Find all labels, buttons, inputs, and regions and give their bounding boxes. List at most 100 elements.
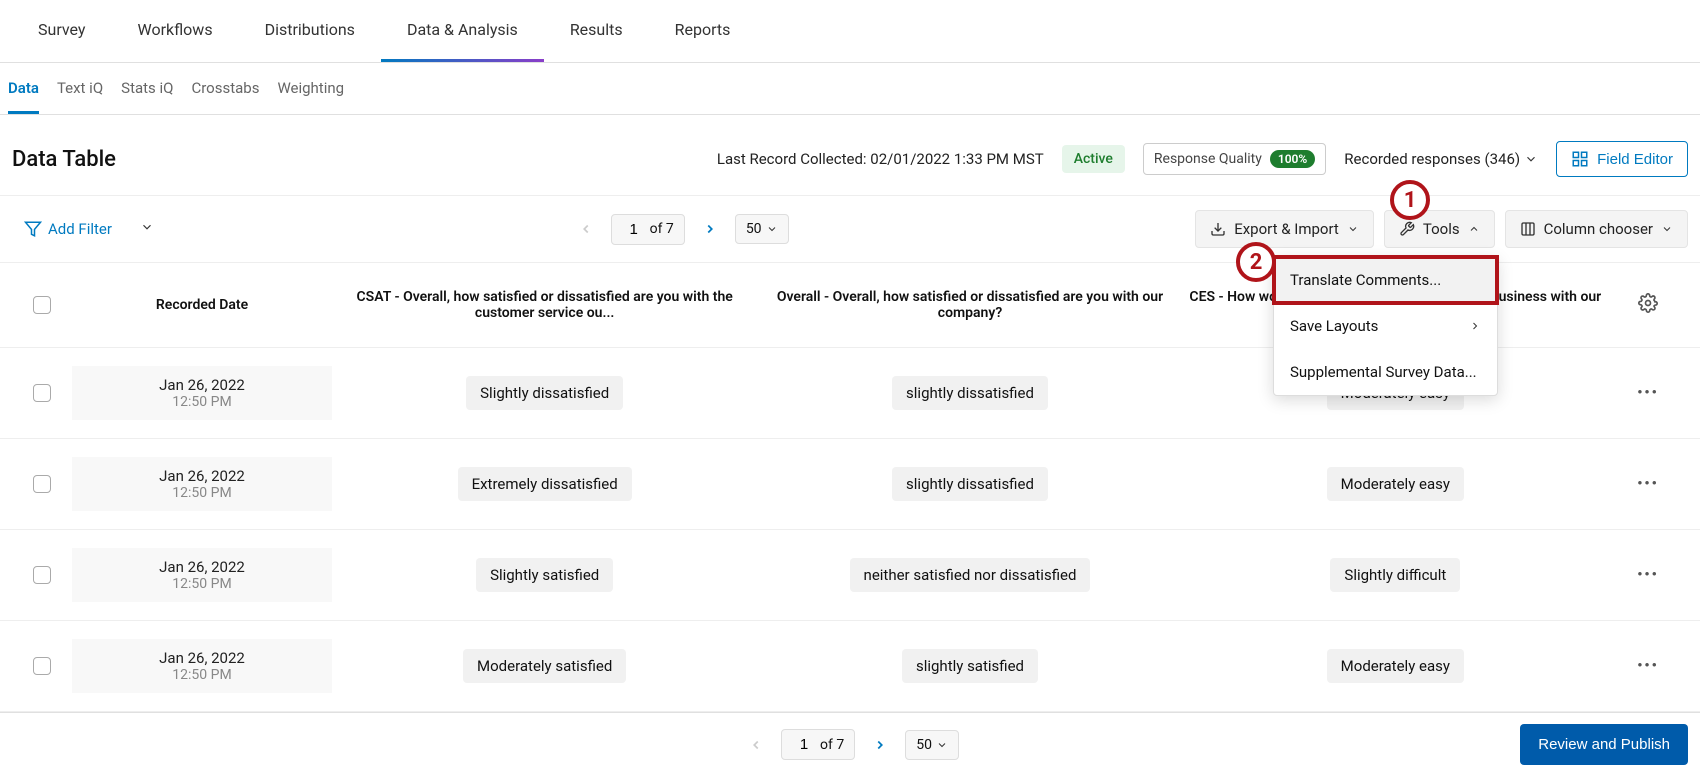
cell-recorded-date: Jan 26, 2022 12:50 PM bbox=[72, 548, 332, 602]
cell-csat: Slightly dissatisfied bbox=[466, 376, 623, 410]
row-checkbox[interactable] bbox=[33, 566, 51, 584]
page-input[interactable] bbox=[622, 221, 646, 238]
table-row: Jan 26, 2022 12:50 PM Moderately satisfi… bbox=[0, 621, 1700, 712]
last-record-text: Last Record Collected: 02/01/2022 1:33 P… bbox=[717, 150, 1044, 168]
dropdown-supplemental[interactable]: Supplemental Survey Data... bbox=[1274, 349, 1497, 395]
columns-icon bbox=[1520, 221, 1536, 237]
row-checkbox[interactable] bbox=[33, 475, 51, 493]
dropdown-translate-comments[interactable]: Translate Comments... bbox=[1274, 257, 1497, 303]
table-settings-button[interactable] bbox=[1608, 293, 1688, 318]
cell-ces: Moderately easy bbox=[1327, 649, 1464, 683]
cell-overall: slightly satisfied bbox=[902, 649, 1038, 683]
chevron-right-icon bbox=[1469, 320, 1481, 332]
header-right: Last Record Collected: 02/01/2022 1:33 P… bbox=[717, 141, 1688, 177]
gear-icon bbox=[1638, 293, 1658, 313]
next-page-button[interactable] bbox=[695, 216, 725, 242]
col-recorded-date[interactable]: Recorded Date bbox=[72, 297, 332, 313]
page-size-select[interactable]: 50 bbox=[735, 214, 789, 244]
annotation-1: 1 bbox=[1390, 180, 1430, 220]
col-csat[interactable]: CSAT - Overall, how satisfied or dissati… bbox=[332, 289, 757, 321]
cell-recorded-date: Jan 26, 2022 12:50 PM bbox=[72, 639, 332, 693]
subtab-statsiq[interactable]: Stats iQ bbox=[121, 63, 173, 114]
field-editor-button[interactable]: Field Editor bbox=[1556, 141, 1688, 177]
date-main: Jan 26, 2022 bbox=[72, 649, 332, 667]
response-quality-button[interactable]: Response Quality 100% bbox=[1143, 143, 1326, 175]
tab-survey[interactable]: Survey bbox=[12, 0, 111, 62]
recorded-responses-dropdown[interactable]: Recorded responses (346) bbox=[1344, 150, 1538, 168]
table-row: Jan 26, 2022 12:50 PM Slightly satisfied… bbox=[0, 530, 1700, 621]
export-import-button[interactable]: Export & Import bbox=[1195, 210, 1374, 248]
page-title: Data Table bbox=[12, 147, 116, 172]
subtab-textiq[interactable]: Text iQ bbox=[57, 63, 103, 114]
recorded-responses-label: Recorded responses (346) bbox=[1344, 150, 1520, 168]
row-actions-button[interactable]: ••• bbox=[1608, 567, 1688, 583]
date-time: 12:50 PM bbox=[72, 485, 332, 501]
row-actions-button[interactable]: ••• bbox=[1608, 658, 1688, 674]
footer-page-indicator: of 7 bbox=[781, 729, 855, 760]
footer-bar: of 7 50 Review and Publish bbox=[0, 712, 1700, 776]
column-chooser-button[interactable]: Column chooser bbox=[1505, 210, 1688, 248]
col-overall[interactable]: Overall - Overall, how satisfied or diss… bbox=[757, 289, 1182, 321]
select-all-checkbox[interactable] bbox=[33, 296, 51, 314]
date-main: Jan 26, 2022 bbox=[72, 558, 332, 576]
subtab-crosstabs[interactable]: Crosstabs bbox=[191, 63, 259, 114]
chevron-down-icon bbox=[1524, 152, 1538, 166]
footer-prev-page[interactable] bbox=[741, 732, 771, 758]
review-publish-button[interactable]: Review and Publish bbox=[1520, 724, 1688, 765]
row-checkbox[interactable] bbox=[33, 384, 51, 402]
dropdown-save-layouts[interactable]: Save Layouts bbox=[1274, 303, 1497, 349]
chevron-down-icon bbox=[1661, 223, 1673, 235]
prev-page-button[interactable] bbox=[571, 216, 601, 242]
chevron-down-icon bbox=[936, 739, 948, 751]
tools-dropdown: Translate Comments... Save Layouts Suppl… bbox=[1273, 256, 1498, 396]
cell-csat: Moderately satisfied bbox=[463, 649, 626, 683]
row-actions-button[interactable]: ••• bbox=[1608, 385, 1688, 401]
subtab-data[interactable]: Data bbox=[8, 63, 39, 114]
cell-recorded-date: Jan 26, 2022 12:50 PM bbox=[72, 366, 332, 420]
row-actions-button[interactable]: ••• bbox=[1608, 476, 1688, 492]
cell-overall: slightly dissatisfied bbox=[892, 467, 1048, 501]
response-quality-label: Response Quality bbox=[1154, 151, 1262, 167]
date-main: Jan 26, 2022 bbox=[72, 376, 332, 394]
page-header: Data Table Last Record Collected: 02/01/… bbox=[0, 115, 1700, 195]
toolbar: Add Filter of 7 50 1 2 Export & Import bbox=[0, 195, 1700, 263]
wrench-icon bbox=[1399, 221, 1415, 237]
footer-next-page[interactable] bbox=[865, 732, 895, 758]
filter-icon bbox=[24, 220, 42, 238]
date-time: 12:50 PM bbox=[72, 667, 332, 683]
add-filter-button[interactable]: Add Filter bbox=[12, 212, 124, 246]
field-editor-label: Field Editor bbox=[1597, 151, 1673, 168]
cell-csat: Extremely dissatisfied bbox=[458, 467, 632, 501]
chevron-down-icon bbox=[766, 223, 778, 235]
tab-results[interactable]: Results bbox=[544, 0, 649, 62]
tab-workflows[interactable]: Workflows bbox=[111, 0, 238, 62]
response-quality-pct: 100% bbox=[1270, 150, 1315, 168]
top-nav: Survey Workflows Distributions Data & An… bbox=[0, 0, 1700, 63]
active-badge: Active bbox=[1062, 145, 1125, 173]
tab-distributions[interactable]: Distributions bbox=[239, 0, 381, 62]
cell-overall: neither satisfied nor dissatisfied bbox=[850, 558, 1091, 592]
tools-label: Tools bbox=[1423, 220, 1460, 238]
save-layouts-label: Save Layouts bbox=[1290, 317, 1378, 335]
date-time: 12:50 PM bbox=[72, 576, 332, 592]
filter-chevron[interactable] bbox=[130, 212, 164, 246]
page-indicator: of 7 bbox=[611, 214, 685, 245]
table-row: Jan 26, 2022 12:50 PM Extremely dissatis… bbox=[0, 439, 1700, 530]
of-pages-label: of 7 bbox=[650, 221, 674, 237]
chevron-up-icon bbox=[1468, 223, 1480, 235]
page-size-value: 50 bbox=[746, 221, 762, 237]
cell-overall: slightly dissatisfied bbox=[892, 376, 1048, 410]
date-main: Jan 26, 2022 bbox=[72, 467, 332, 485]
layout-icon bbox=[1571, 150, 1589, 168]
footer-page-size[interactable]: 50 bbox=[905, 730, 959, 760]
download-icon bbox=[1210, 221, 1226, 237]
row-checkbox[interactable] bbox=[33, 657, 51, 675]
footer-of-pages: of 7 bbox=[820, 737, 844, 753]
chevron-down-icon bbox=[1347, 223, 1359, 235]
tab-data-analysis[interactable]: Data & Analysis bbox=[381, 0, 544, 62]
export-import-label: Export & Import bbox=[1234, 220, 1339, 238]
footer-page-input[interactable] bbox=[792, 736, 816, 753]
chevron-down-icon bbox=[140, 220, 154, 234]
subtab-weighting[interactable]: Weighting bbox=[277, 63, 344, 114]
tab-reports[interactable]: Reports bbox=[649, 0, 757, 62]
